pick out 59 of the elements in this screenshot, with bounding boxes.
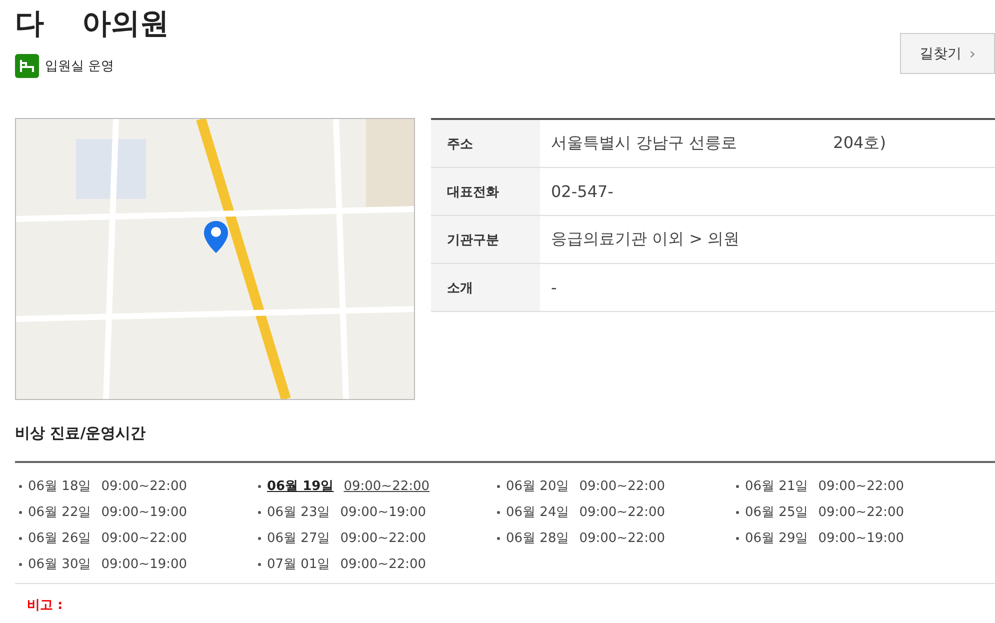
schedule-hours: 09:00~22:00	[818, 478, 904, 494]
schedule-hours: 09:00~19:00	[101, 556, 188, 572]
row-header: 대표전화	[431, 168, 540, 215]
schedule-date: 06월 21일	[745, 478, 808, 495]
bullet-icon	[736, 510, 739, 514]
bullet-icon	[258, 484, 261, 488]
schedule-hours: 09:00~19:00	[818, 530, 904, 546]
bed-icon	[15, 54, 39, 78]
row-value: 응급의료기관 이외 > 의원	[551, 229, 740, 250]
schedule-date: 06월 18일	[28, 478, 92, 495]
bullet-icon	[258, 510, 261, 514]
row-value: 서울특별시 강남구 선릉로	[551, 133, 738, 154]
row-value: 204호)	[833, 133, 886, 154]
note-label: 비고 :	[27, 597, 64, 614]
bullet-icon	[497, 510, 500, 514]
row-header: 소개	[431, 264, 540, 311]
schedule-hours: 09:00~22:00	[344, 478, 430, 494]
bullet-icon	[736, 484, 739, 488]
bullet-icon	[258, 536, 261, 540]
schedule-hours: 09:00~22:00	[101, 530, 188, 546]
schedule-hours: 09:00~22:00	[101, 478, 188, 494]
badge-label: 입원실 운영	[45, 58, 114, 75]
row-value: 02-547-	[551, 182, 614, 201]
bullet-icon	[19, 536, 22, 540]
schedule-hours: 09:00~22:00	[579, 504, 666, 520]
schedule-hours: 09:00~19:00	[340, 504, 426, 520]
bullet-icon	[19, 484, 22, 488]
bullet-icon	[497, 536, 500, 540]
schedule-date: 06월 22일	[28, 504, 92, 521]
schedule-date: 07월 01일	[267, 556, 330, 573]
bullet-icon	[736, 536, 739, 540]
bullet-icon	[19, 562, 22, 566]
directions-button[interactable]: 길찾기 ›	[900, 33, 995, 74]
clinic-name: 아의원	[82, 5, 169, 42]
schedule-date: 06월 20일	[506, 478, 570, 495]
schedule-date: 06월 24일	[506, 504, 570, 521]
schedule-hours: 09:00~22:00	[579, 530, 666, 546]
schedule-date: 06월 30일	[28, 556, 92, 573]
schedule-date: 06월 25일	[745, 504, 808, 521]
schedule-hours: 09:00~22:00	[818, 504, 904, 520]
schedule-date: 06월 26일	[28, 530, 92, 547]
bullet-icon	[258, 562, 261, 566]
row-header: 주소	[431, 120, 540, 167]
schedule-date: 06월 29일	[745, 530, 808, 547]
schedule-hours: 09:00~22:00	[579, 478, 666, 494]
schedule-hours: 09:00~22:00	[340, 556, 426, 572]
row-header: 기관구분	[431, 216, 540, 263]
schedule-date: 06월 23일	[267, 504, 330, 521]
clinic-name: 다	[15, 5, 44, 42]
schedule-hours: 09:00~22:00	[340, 530, 426, 546]
location-pin-icon	[203, 220, 229, 254]
schedule-date: 06월 28일	[506, 530, 570, 547]
bullet-icon	[19, 510, 22, 514]
schedule-date: 06월 27일	[267, 530, 330, 547]
schedule-hours: 09:00~19:00	[101, 504, 188, 520]
bullet-icon	[497, 484, 500, 488]
section-title: 비상 진료/운영시간	[15, 424, 995, 463]
row-value: -	[551, 278, 557, 297]
schedule-date: 06월 19일	[267, 478, 334, 495]
